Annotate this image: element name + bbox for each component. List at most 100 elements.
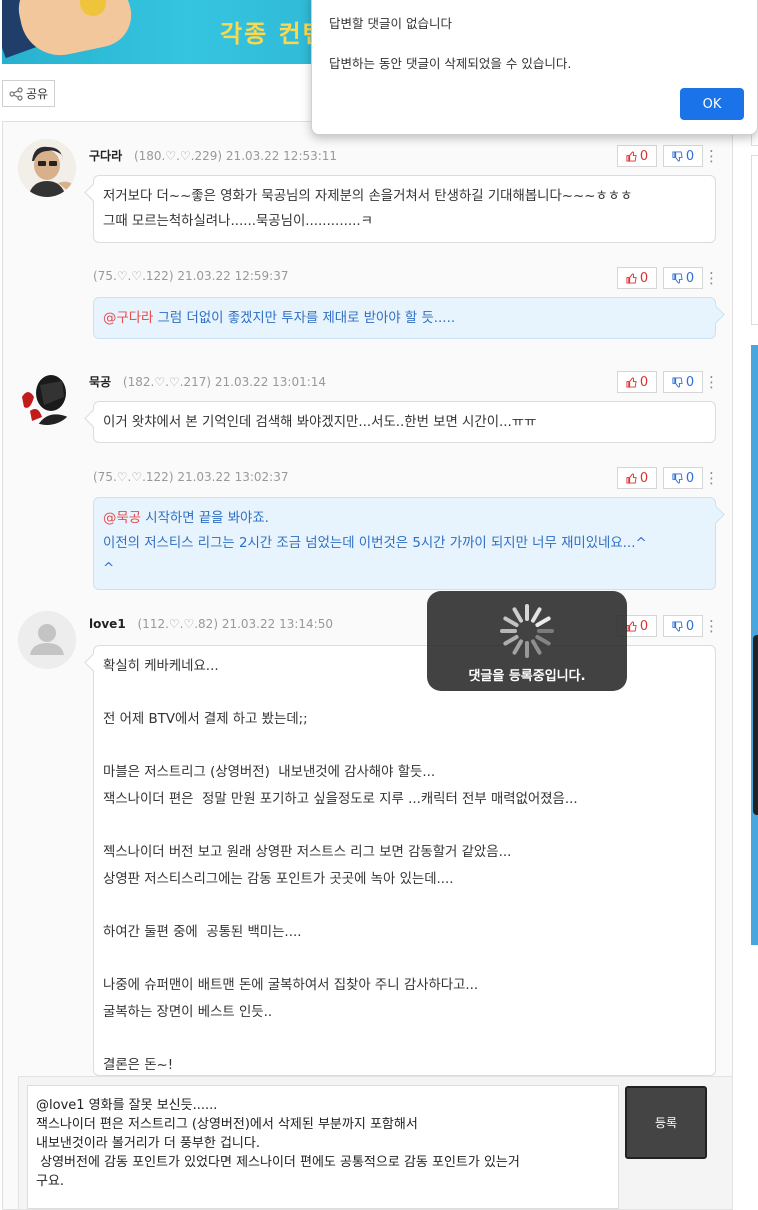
- dislike-count: 0: [685, 374, 695, 390]
- reply-line: 이전의 저스티스 리그는 2시간 조금 넘었는데 이번것은 5시간 가까이 되지…: [103, 536, 647, 551]
- dislike-button[interactable]: 0: [663, 371, 703, 393]
- spinner-ray: [535, 616, 551, 627]
- share-icon: [9, 86, 23, 101]
- banner-hand-illustration: [12, 0, 138, 63]
- comment-line: 하여간 둘편 중에 공통된 백미는....: [103, 924, 302, 940]
- like-count: 0: [639, 270, 649, 286]
- top-banner[interactable]: 각종 컨텐: [2, 0, 342, 64]
- dislike-button[interactable]: 0: [663, 615, 703, 637]
- loading-text: 댓글을 등록중입니다.: [468, 669, 586, 684]
- comment-meta: (75.♡.♡.122) 21.03.22 12:59:37: [93, 269, 288, 283]
- comment-ip: (75.♡.♡.122): [93, 470, 174, 484]
- alert-dialog: 답변할 댓글이 없습니다 답변하는 동안 댓글이 삭제되었을 수 있습니다. O…: [311, 0, 758, 135]
- reply-text: 그럼 더없이 좋겠지만 투자를 제대로 받아야 할 듯.....: [153, 311, 456, 326]
- side-ad-banner[interactable]: [751, 345, 758, 945]
- loading-toast: 댓글을 등록중입니다.: [427, 591, 627, 691]
- comment-body: 저거보다 더~~좋은 영화가 묵공님의 자제분의 손을거쳐서 탄생하길 기대해봅…: [93, 175, 716, 243]
- thumbs-down-icon: [672, 472, 683, 484]
- comment-time: 21.03.22 13:01:14: [214, 375, 327, 389]
- avatar: [18, 611, 76, 669]
- like-button[interactable]: 0: [617, 371, 657, 393]
- reply-composer: 등록: [18, 1076, 733, 1210]
- avatar: [18, 367, 76, 425]
- share-label: 공유: [25, 87, 49, 101]
- comment-nickname[interactable]: love1: [89, 617, 126, 631]
- dialog-message-2: 답변하는 동안 댓글이 삭제되었을 수 있습니다.: [329, 56, 572, 71]
- dislike-count: 0: [685, 470, 695, 486]
- spinner-ray: [503, 635, 519, 646]
- comment-line: 젝스나이더 버전 보고 원래 상영판 저스트스 리그 보면 감동할거 같았음..…: [103, 845, 512, 861]
- comment-ip: (112.♡.♡.82): [137, 617, 219, 631]
- share-button[interactable]: 공유: [2, 80, 55, 107]
- dislike-count: 0: [685, 270, 695, 286]
- like-button[interactable]: 0: [617, 267, 657, 289]
- dislike-count: 0: [685, 148, 695, 164]
- comment-meta: love1 (112.♡.♡.82) 21.03.22 13:14:50: [89, 617, 333, 631]
- comment-nickname[interactable]: 구다라: [89, 149, 122, 163]
- comment-line: 마블은 저스트리그 (상영버전) 내보낸것에 감사해야 할듯...: [103, 765, 436, 781]
- comment-line: 상영판 저스티스리그에는 감동 포인트가 곳곳에 녹아 있는데....: [103, 871, 454, 887]
- comment-body: 이거 왓챠에서 본 기억인데 검색해 봐야겠지만...서도..한번 보면 시간이…: [93, 401, 716, 443]
- dislike-button[interactable]: 0: [663, 145, 703, 167]
- spinner-ray: [512, 607, 523, 623]
- comment-line: 그때 모르는척하실려나......묵공님이.............ㅋ: [103, 214, 373, 229]
- comment-line: 굴복하는 장면이 베스트 인듯..: [103, 1004, 273, 1020]
- comment-time: 21.03.22 13:02:37: [177, 470, 289, 484]
- like-count: 0: [639, 618, 649, 634]
- like-count: 0: [639, 374, 649, 390]
- comment-ip: (180.♡.♡.229): [133, 149, 223, 163]
- thumbs-down-icon: [672, 620, 683, 632]
- ok-label: OK: [702, 96, 722, 112]
- ok-button[interactable]: OK: [680, 88, 744, 120]
- more-options-icon[interactable]: ⋮: [704, 145, 719, 167]
- comment-line: [103, 1026, 706, 1053]
- mention-link[interactable]: @묵공: [103, 511, 141, 526]
- vote-group: 0 0: [617, 467, 703, 489]
- thumbs-up-icon: [626, 620, 637, 632]
- thumbs-down-icon: [672, 376, 683, 388]
- spinner-ray: [531, 607, 542, 623]
- dialog-message-1: 답변할 댓글이 없습니다: [329, 16, 452, 31]
- dislike-button[interactable]: 0: [663, 267, 703, 289]
- comment-time: 21.03.22 12:59:37: [177, 269, 289, 283]
- comment-line: [103, 893, 706, 920]
- like-count: 0: [639, 148, 649, 164]
- more-options-icon[interactable]: ⋮: [704, 467, 719, 489]
- spinner-ray: [535, 635, 551, 646]
- reply-line: @묵공 시작하면 끝을 봐야죠.: [103, 506, 706, 531]
- submit-label: 등록: [654, 1116, 678, 1130]
- comment-line: [103, 734, 706, 761]
- comment-line: 잭스나이더 편은 정말 만원 포기하고 싶을정도로 지루 ...캐릭터 전부 매…: [103, 791, 578, 807]
- side-ad-image: [753, 635, 758, 815]
- comment-time: 21.03.22 12:53:11: [225, 149, 338, 163]
- vote-group: 0 0: [617, 145, 703, 167]
- comment-line: 나중에 슈퍼맨이 배트맨 돈에 굴복하여서 집찾아 주니 감사하다고...: [103, 978, 479, 994]
- more-options-icon[interactable]: ⋮: [704, 615, 719, 637]
- like-button[interactable]: 0: [617, 467, 657, 489]
- mention-link[interactable]: @구다라: [103, 311, 153, 326]
- submit-reply-button[interactable]: 등록: [625, 1086, 707, 1159]
- thumbs-up-icon: [626, 376, 637, 388]
- more-options-icon[interactable]: ⋮: [704, 267, 719, 289]
- spinner-ray: [512, 639, 523, 655]
- comment-line: [103, 814, 706, 841]
- vote-group: 0 0: [617, 615, 703, 637]
- comment-line: 전 어제 BTV에서 결제 하고 봤는데;;: [103, 712, 308, 728]
- comment-line: 저거보다 더~~좋은 영화가 묵공님의 자제분의 손을거쳐서 탄생하길 기대해봅…: [103, 189, 633, 204]
- more-options-icon[interactable]: ⋮: [704, 371, 719, 393]
- thumbs-down-icon: [672, 272, 683, 284]
- dislike-button[interactable]: 0: [663, 467, 703, 489]
- reply-line: ^: [103, 561, 115, 576]
- comment-nickname[interactable]: 묵공: [89, 375, 111, 389]
- comment-meta: 구다라 (180.♡.♡.229) 21.03.22 12:53:11: [89, 147, 337, 164]
- like-button[interactable]: 0: [617, 145, 657, 167]
- comment-ip: (182.♡.♡.217): [122, 375, 212, 389]
- spinner-icon: [500, 604, 554, 658]
- thumbs-up-icon: [626, 272, 637, 284]
- reply-textarea[interactable]: [27, 1085, 619, 1209]
- comment-line: [103, 947, 706, 974]
- vote-group: 0 0: [617, 267, 703, 289]
- reply-body: @묵공 시작하면 끝을 봐야죠. 이전의 저스티스 리그는 2시간 조금 넘었는…: [93, 497, 716, 590]
- like-count: 0: [639, 470, 649, 486]
- spinner-ray: [503, 616, 519, 627]
